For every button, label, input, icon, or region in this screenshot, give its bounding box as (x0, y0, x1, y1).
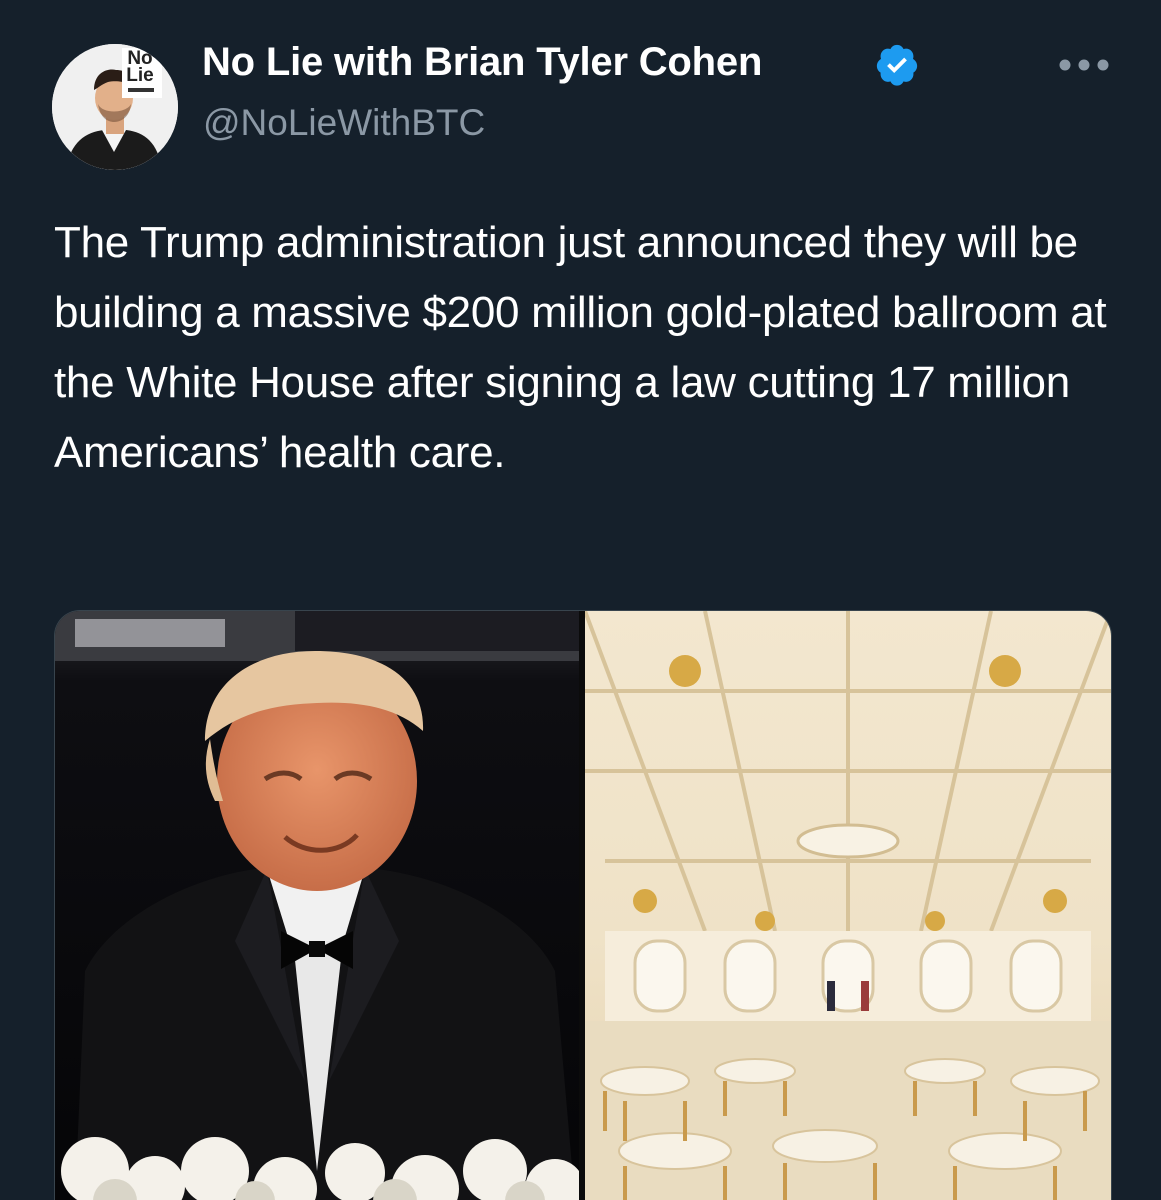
author-handle[interactable]: @NoLieWithBTC (203, 102, 485, 144)
photo-man-in-tuxedo (55, 611, 579, 1200)
media-photo-right[interactable] (585, 611, 1111, 1200)
author-avatar[interactable]: No Lie (52, 44, 178, 170)
avatar-logo-line2: Lie (126, 65, 154, 86)
verified-badge-icon (876, 44, 918, 86)
author-display-name[interactable]: No Lie with Brian Tyler Cohen (202, 40, 762, 85)
media-photo-left[interactable] (55, 611, 579, 1200)
photo-gold-ballroom-rendering (585, 611, 1111, 1200)
tweet-card[interactable]: No Lie No Lie with Brian Tyler Cohen @No… (0, 0, 1161, 1200)
more-options-icon[interactable] (1058, 58, 1110, 72)
tweet-media[interactable] (54, 610, 1112, 1200)
avatar-logo: No Lie (120, 49, 160, 86)
tweet-text: The Trump administration just announced … (54, 218, 1107, 477)
